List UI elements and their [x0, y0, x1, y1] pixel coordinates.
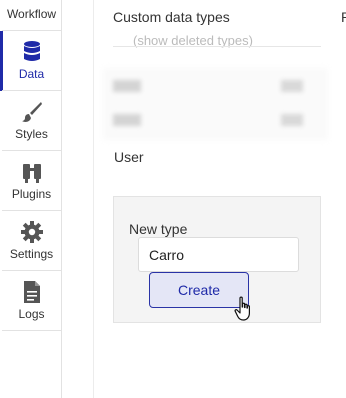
- sidebar: Workflow Data Styles Plugins Settings Lo…: [0, 0, 62, 398]
- list-item[interactable]: [113, 108, 323, 130]
- sidebar-item-label: Styles: [15, 127, 48, 141]
- database-icon: [20, 40, 44, 64]
- workflow-icon: [20, 0, 44, 4]
- divider: [113, 46, 321, 47]
- panel-divider: [93, 0, 94, 398]
- redacted-text: [113, 114, 141, 126]
- brush-icon: [20, 100, 44, 124]
- sidebar-item-settings[interactable]: Settings: [2, 211, 61, 271]
- new-type-input[interactable]: [138, 237, 299, 272]
- sidebar-item-label: Logs: [18, 307, 45, 321]
- sidebar-item-label: Data: [18, 67, 45, 81]
- redacted-text: [281, 80, 303, 92]
- sidebar-item-logs[interactable]: Logs: [2, 271, 61, 331]
- sidebar-item-plugins[interactable]: Plugins: [2, 151, 61, 211]
- redacted-text: [113, 80, 141, 92]
- sidebar-item-styles[interactable]: Styles: [2, 91, 61, 151]
- redacted-text: [281, 114, 303, 126]
- custom-types-heading: Custom data types: [113, 9, 230, 25]
- hand-pointer-icon: [234, 296, 250, 321]
- list-item[interactable]: User: [114, 149, 144, 165]
- sidebar-item-label: Plugins: [11, 187, 52, 201]
- sidebar-item-data[interactable]: Data: [2, 31, 61, 91]
- sidebar-item-workflow[interactable]: Workflow: [2, 0, 61, 31]
- document-icon: [20, 280, 44, 304]
- sidebar-item-label: Settings: [9, 247, 54, 261]
- list-item[interactable]: [113, 74, 323, 96]
- sidebar-item-label: Workflow: [6, 7, 57, 21]
- gear-icon: [20, 220, 44, 244]
- new-type-label: New type: [129, 221, 188, 237]
- right-panel-heading: P: [341, 9, 346, 25]
- plug-icon: [20, 160, 44, 184]
